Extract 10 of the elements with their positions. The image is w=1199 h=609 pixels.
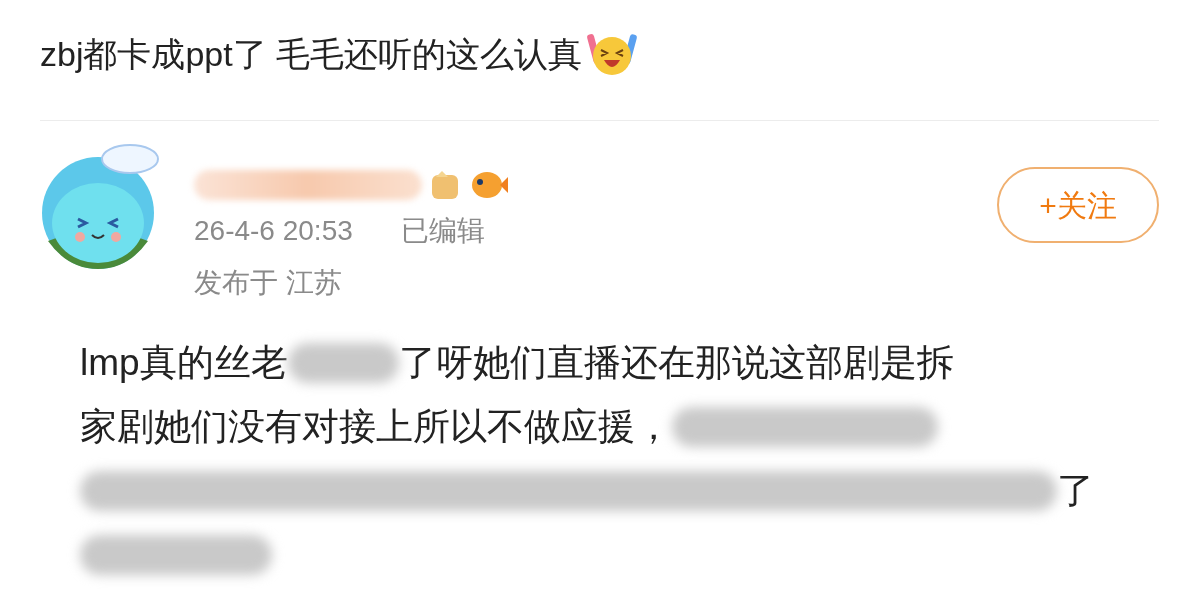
post-text: 了呀她们直播还在那说这部剧是拆 [398,341,954,385]
edited-label: 已编辑 [400,214,485,248]
post-text: lmp真的丝老 [80,341,288,385]
post-text: 家剧她们没有对接上所以不做应援， [80,405,672,449]
post-text: 了 [1056,469,1094,513]
follow-button[interactable]: +关注 [997,167,1159,243]
post-location: 发布于 江苏 [194,267,342,298]
fish-icon [470,169,508,201]
post-time: 26-4-6 20:53 [194,214,353,248]
post-caption: zbj都卡成ppt了 毛毛还听的这么认真 [40,34,583,75]
